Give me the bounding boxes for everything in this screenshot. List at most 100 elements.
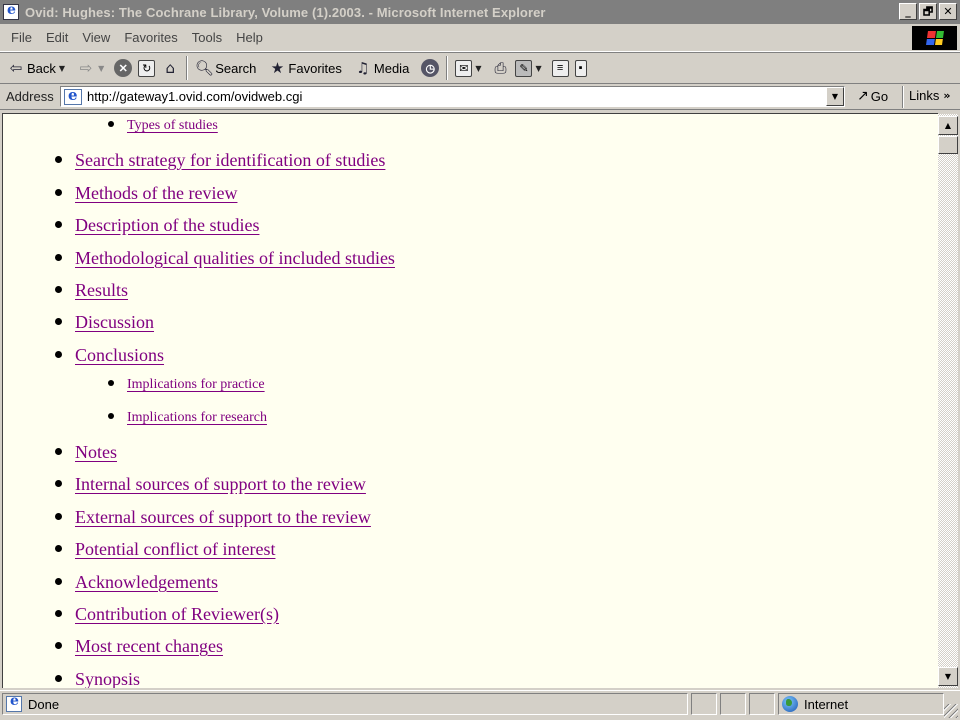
menu-bar: File Edit View Favorites Tools Help (0, 24, 960, 52)
toc-list-item: Implications for practice (108, 377, 265, 393)
scroll-thumb[interactable] (938, 136, 958, 154)
bullet-icon (55, 221, 62, 228)
bullet-icon (55, 254, 62, 261)
menu-file[interactable]: File (4, 30, 39, 45)
window-title: Ovid: Hughes: The Cochrane Library, Volu… (25, 4, 546, 20)
toc-link[interactable]: Types of studies (127, 118, 218, 134)
toc-link[interactable]: Acknowledgements (75, 572, 218, 593)
stop-button[interactable]: ✕ (111, 55, 135, 81)
toc-link[interactable]: Implications for research (127, 410, 267, 426)
toc-list-item: Types of studies (108, 118, 218, 134)
toc-list-item: Contribution of Reviewer(s) (55, 604, 279, 625)
toc-link[interactable]: Contribution of Reviewer(s) (75, 604, 279, 625)
restore-button[interactable]: 🗗 (919, 3, 937, 20)
menu-view[interactable]: View (75, 30, 117, 45)
arrow-down-icon: ▼ (944, 672, 952, 681)
bullet-icon (55, 545, 62, 552)
toc-link[interactable]: Results (75, 280, 128, 301)
go-arrow-icon: ↗ (857, 88, 869, 104)
standard-toolbar: ⇦ Back ▼ ⇨ ▼ ✕ ↻ ⌂ 🔍︎ Search ★ Favorites… (0, 52, 960, 84)
menu-help[interactable]: Help (229, 30, 270, 45)
toc-link[interactable]: Methods of the review (75, 183, 237, 204)
menu-tools[interactable]: Tools (185, 30, 229, 45)
toc-list-item: Methods of the review (55, 183, 237, 204)
toc-list-item: Search strategy for identification of st… (55, 150, 385, 171)
status-text: Done (28, 696, 60, 712)
edit-dropdown-icon[interactable]: ▼ (535, 64, 541, 73)
address-label: Address (6, 89, 54, 104)
print-button[interactable]: ⎙ (488, 55, 512, 81)
toc-list-item: Most recent changes (55, 636, 223, 657)
address-input[interactable]: http://gateway1.ovid.com/ovidweb.cgi ▼ (60, 86, 845, 107)
arrow-up-icon: ▲ (944, 121, 952, 130)
address-dropdown-icon[interactable]: ▼ (826, 87, 844, 106)
chevron-right-icon: » (943, 89, 951, 102)
toc-list-item: Acknowledgements (55, 572, 218, 593)
toc-link[interactable]: Internal sources of support to the revie… (75, 474, 366, 495)
media-button[interactable]: ♫ Media (351, 55, 412, 81)
bullet-icon (55, 642, 62, 649)
toc-link[interactable]: Potential conflict of interest (75, 539, 275, 560)
status-bar: Done Internet (0, 690, 960, 720)
toc-link[interactable]: Notes (75, 442, 117, 463)
bullet-icon (55, 578, 62, 585)
toc-link[interactable]: Conclusions (75, 345, 164, 366)
scroll-up-button[interactable]: ▲ (938, 116, 958, 135)
bullet-icon (55, 189, 62, 196)
toc-link[interactable]: Discussion (75, 312, 154, 333)
toc-link[interactable]: External sources of support to the revie… (75, 507, 371, 528)
menu-favorites[interactable]: Favorites (117, 30, 184, 45)
search-icon: 🔍︎ (194, 59, 214, 77)
status-text-pane: Done (2, 693, 688, 715)
back-button[interactable]: ⇦ Back ▼ (4, 55, 68, 81)
bullet-icon (55, 675, 62, 682)
go-button[interactable]: ↗ Go (857, 88, 888, 104)
home-icon: ⌂ (165, 59, 175, 77)
status-pane-extra (749, 693, 775, 715)
status-pane-lock (720, 693, 746, 715)
vertical-scrollbar[interactable]: ▲ ▼ (938, 114, 958, 688)
home-button[interactable]: ⌂ (158, 55, 182, 81)
messenger-button[interactable]: ▪ (572, 55, 590, 81)
toc-list-item: Description of the studies (55, 215, 259, 236)
links-button[interactable]: Links » (909, 88, 950, 103)
mail-dropdown-icon[interactable]: ▼ (475, 64, 481, 73)
toc-link[interactable]: Search strategy for identification of st… (75, 150, 385, 171)
toc-link[interactable]: Most recent changes (75, 636, 223, 657)
mail-button[interactable]: ✉ ▼ (452, 55, 484, 81)
bullet-icon (55, 318, 62, 325)
close-button[interactable]: ✕ (939, 3, 957, 20)
scroll-down-button[interactable]: ▼ (938, 667, 958, 686)
toc-link[interactable]: Description of the studies (75, 215, 259, 236)
links-separator (902, 86, 904, 108)
security-zone-pane[interactable]: Internet (778, 693, 944, 715)
menu-edit[interactable]: Edit (39, 30, 75, 45)
discuss-button[interactable]: ≡ (549, 55, 572, 81)
resize-grip[interactable] (944, 704, 958, 718)
title-bar: Ovid: Hughes: The Cochrane Library, Volu… (0, 0, 960, 24)
messenger-icon: ▪ (574, 59, 587, 77)
search-button[interactable]: 🔍︎ Search (192, 55, 259, 81)
ie-app-icon[interactable] (3, 2, 19, 20)
minimize-button[interactable]: _ (899, 3, 917, 20)
toc-list-item: External sources of support to the revie… (55, 507, 371, 528)
forward-button[interactable]: ⇨ ▼ (74, 55, 107, 81)
toc-link[interactable]: Methodological qualities of included stu… (75, 248, 395, 269)
toolbar-separator (446, 56, 449, 80)
edit-button[interactable]: ✎ ▼ (512, 55, 544, 81)
favorites-button[interactable]: ★ Favorites (265, 55, 344, 81)
bullet-icon (108, 121, 114, 127)
favorites-icon: ★ (270, 59, 285, 77)
forward-dropdown-icon[interactable]: ▼ (98, 64, 104, 73)
address-url[interactable]: http://gateway1.ovid.com/ovidweb.cgi (87, 89, 302, 104)
back-dropdown-icon[interactable]: ▼ (59, 64, 65, 73)
page-content: Types of studies Search strategy for iden… (2, 113, 938, 688)
toc-list-item: Methodological qualities of included stu… (55, 248, 395, 269)
refresh-button[interactable]: ↻ (135, 55, 158, 81)
history-button[interactable]: ◷ (418, 55, 442, 81)
refresh-icon: ↻ (138, 59, 156, 77)
toc-link[interactable]: Synopsis (75, 669, 140, 688)
toc-link[interactable]: Implications for practice (127, 377, 265, 393)
security-zone-label: Internet (804, 696, 849, 712)
forward-arrow-icon: ⇨ (79, 59, 93, 77)
